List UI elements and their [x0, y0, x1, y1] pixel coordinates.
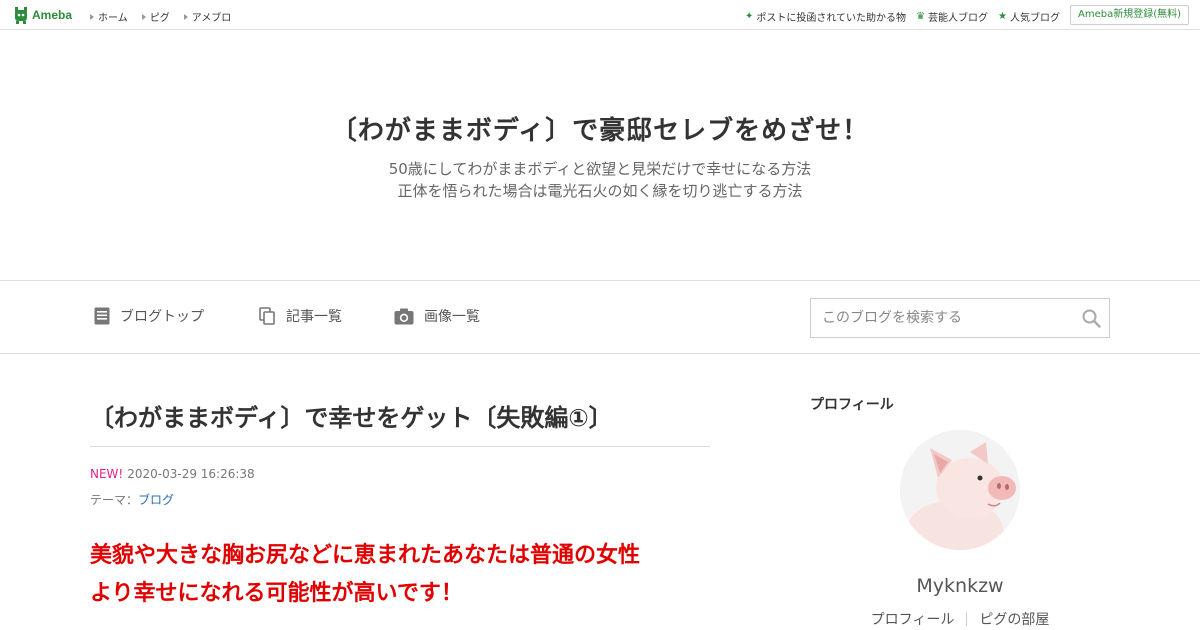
- search-icon[interactable]: [1082, 309, 1101, 328]
- profile-link[interactable]: プロフィール: [859, 609, 967, 629]
- logo-text: Ameba: [32, 8, 73, 22]
- article-meta: NEW! 2020-03-29 16:26:38: [90, 467, 255, 481]
- top-bar: Ameba ホーム ピグ アメブロ ✦ ポストに投函されていた助かる物 ♛ 芸能人ブ…: [0, 0, 1200, 30]
- title-divider: [90, 446, 710, 447]
- sparkle-icon: ✦: [744, 11, 754, 22]
- ameba-logo[interactable]: Ameba: [13, 6, 72, 24]
- article-title[interactable]: 〔わがままボディ〕で幸せをゲット〔失敗編①〕: [90, 398, 710, 433]
- blog-search-input[interactable]: [811, 299, 1071, 337]
- pig-avatar-image: [900, 430, 1020, 550]
- star-icon: ★: [998, 11, 1007, 22]
- register-button[interactable]: Ameba新規登録(無料): [1069, 5, 1189, 25]
- article-datetime: 2020-03-29 16:26:38: [127, 467, 255, 481]
- ameba-mascot-icon: [15, 7, 27, 24]
- nav-ameblo-label: アメブロ: [191, 13, 232, 24]
- topic-link[interactable]: ✦ ポストに投函されていた助かる物: [745, 9, 906, 24]
- document-icon: [94, 307, 110, 325]
- nav-home[interactable]: ホーム: [90, 9, 128, 24]
- blog-description-line: 50歳にしてわがままボディと欲望と見栄だけで幸せになる方法: [388, 160, 812, 178]
- nav-home-label: ホーム: [98, 13, 128, 24]
- blog-header: 〔わがままボディ〕で豪邸セレブをめざせ！ 50歳にしてわがままボディと欲望と見栄…: [0, 30, 1200, 281]
- nav-article-list-label: 記事一覧: [286, 309, 342, 325]
- nav-ameblo[interactable]: アメブロ: [183, 9, 232, 24]
- nav-article-list[interactable]: 記事一覧: [259, 306, 342, 326]
- topic-link-label: ポストに投函されていた助かる物: [756, 13, 907, 24]
- popular-blog-label: 人気ブログ: [1010, 13, 1060, 24]
- camera-icon: [394, 308, 414, 324]
- theme-link[interactable]: ブログ: [138, 493, 174, 507]
- nav-pigg[interactable]: ピグ: [141, 9, 170, 24]
- popular-blog-link[interactable]: ★ 人気ブログ: [998, 9, 1060, 24]
- article-lead-line: より幸せになれる可能性が高いです！: [90, 581, 463, 606]
- pigg-room-link[interactable]: ピグの部屋: [967, 609, 1061, 629]
- nav-blog-top[interactable]: ブログトップ: [94, 306, 204, 326]
- global-nav: ホーム ピグ アメブロ: [90, 9, 231, 24]
- celebrity-blog-label: 芸能人ブログ: [928, 13, 989, 24]
- nav-blog-top-label: ブログトップ: [120, 309, 204, 325]
- blog-search-box: [810, 298, 1110, 338]
- avatar[interactable]: [900, 430, 1020, 550]
- profile-heading: プロフィール: [810, 397, 894, 413]
- top-right-links: ✦ ポストに投函されていた助かる物 ♛ 芸能人ブログ ★ 人気ブログ: [745, 9, 1060, 24]
- theme-prefix: テーマ：: [90, 493, 139, 507]
- new-badge: NEW!: [90, 467, 124, 481]
- blog-title[interactable]: 〔わがままボディ〕で豪邸セレブをめざせ！: [0, 110, 1200, 147]
- nav-image-list-label: 画像一覧: [424, 309, 480, 325]
- celebrity-blog-link[interactable]: ♛ 芸能人ブログ: [916, 9, 988, 24]
- nav-pigg-label: ピグ: [149, 13, 170, 24]
- crown-icon: ♛: [916, 11, 926, 22]
- blog-description-line: 正体を悟られた場合は電光石火の如く縁を切り逃亡する方法: [397, 182, 803, 200]
- triangle-right-icon: [90, 13, 94, 20]
- article-theme: テーマ：ブログ: [90, 491, 174, 508]
- article-lead: 美貌や大きな胸お尻などに恵まれたあなたは普通の女性 より幸せになれる可能性が高い…: [90, 537, 720, 613]
- copy-pages-icon: [259, 307, 275, 325]
- article-lead-line: 美貌や大きな胸お尻などに恵まれたあなたは普通の女性: [90, 543, 641, 568]
- triangle-right-icon: [141, 13, 146, 20]
- nav-image-list[interactable]: 画像一覧: [394, 306, 480, 326]
- profile-links: プロフィール ピグの部屋: [810, 609, 1110, 629]
- blog-description: 50歳にしてわがままボディと欲望と見栄だけで幸せになる方法 正体を悟られた場合は…: [0, 158, 1200, 202]
- triangle-right-icon: [183, 13, 188, 20]
- profile-username[interactable]: Myknkzw: [810, 575, 1110, 597]
- blog-nav: ブログトップ 記事一覧 画像一覧: [0, 282, 1200, 354]
